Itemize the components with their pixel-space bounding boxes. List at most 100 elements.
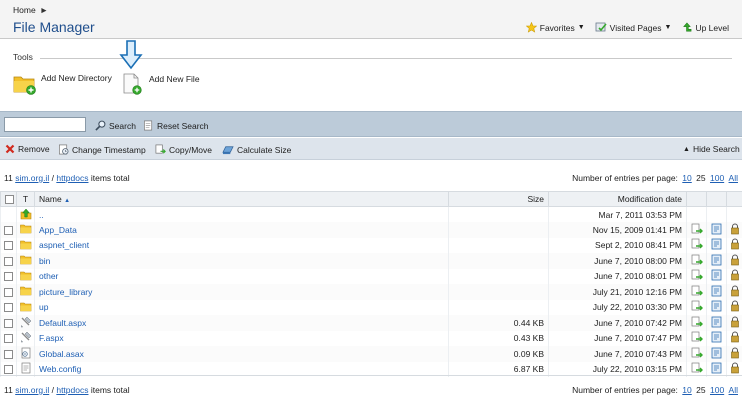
lock-icon[interactable] (730, 331, 740, 345)
row-size-cell (448, 268, 549, 284)
row-date-cell: July 22, 2010 03:30 PM (548, 299, 687, 315)
breadcrumb-home-link[interactable]: Home (13, 5, 36, 15)
per-page-selector-bottom: Number of entries per page: 10 25 100 Al… (570, 385, 738, 395)
path-link-httpdocs[interactable]: httpdocs (56, 385, 88, 395)
edit-icon[interactable] (711, 331, 723, 345)
add-directory-button[interactable]: Add New Directory (13, 72, 112, 96)
file-name-link[interactable]: App_Data (39, 225, 77, 235)
type-column-header[interactable]: T (16, 191, 35, 207)
copy-move-button[interactable]: Copy/Move (155, 144, 212, 155)
table-row[interactable]: bin June 7, 2010 08:00 PM (0, 253, 742, 269)
row-name-cell: .. (34, 206, 449, 222)
row-size-cell: 0.44 KB (448, 315, 549, 331)
name-column-header[interactable]: Name ▲ (34, 191, 449, 207)
path-link-domain[interactable]: sim.org.il (15, 385, 49, 395)
row-action-cell (726, 330, 742, 346)
row-size-cell (448, 237, 549, 253)
search-button[interactable]: Search (95, 120, 136, 131)
file-name-link[interactable]: F.aspx (39, 333, 64, 343)
add-folder-icon (13, 76, 36, 95)
file-name-link[interactable]: other (39, 271, 58, 281)
add-file-button[interactable]: Add New File (119, 40, 200, 96)
file-name-link[interactable]: picture_library (39, 287, 92, 297)
copy-move-icon[interactable] (691, 300, 703, 314)
visited-pages-menu[interactable]: Visited Pages ▼ (595, 22, 671, 33)
table-row[interactable]: .. Mar 7, 2011 03:53 PM (0, 206, 742, 222)
file-name-link[interactable]: .. (39, 210, 44, 220)
lock-icon[interactable] (730, 269, 740, 283)
copy-move-icon[interactable] (691, 238, 703, 252)
copy-move-icon[interactable] (691, 285, 703, 299)
edit-icon[interactable] (711, 254, 723, 268)
lock-icon[interactable] (730, 285, 740, 299)
row-checkbox[interactable] (4, 256, 13, 266)
per-page-option-all[interactable]: All (729, 173, 738, 183)
table-row[interactable]: F.aspx 0.43 KB June 7, 2010 07:47 PM (0, 330, 742, 346)
file-name-link[interactable]: Default.aspx (39, 318, 86, 328)
per-page-option-all[interactable]: All (729, 385, 738, 395)
copy-move-icon[interactable] (691, 223, 703, 237)
table-row[interactable]: Default.aspx 0.44 KB June 7, 2010 07:42 … (0, 315, 742, 331)
row-checkbox[interactable] (4, 318, 13, 328)
table-row[interactable]: picture_library July 21, 2010 12:16 PM (0, 284, 742, 300)
row-action-cell (726, 299, 742, 315)
edit-icon[interactable] (711, 223, 723, 237)
lock-icon[interactable] (730, 316, 740, 330)
edit-icon[interactable] (711, 300, 723, 314)
file-name-link[interactable]: Web.config (39, 364, 81, 374)
path-link-domain[interactable]: sim.org.il (15, 173, 49, 183)
lock-icon[interactable] (730, 223, 740, 237)
edit-icon[interactable] (711, 347, 723, 361)
table-header-row: T Name ▲ Size Modification date (0, 191, 742, 207)
copy-move-icon[interactable] (691, 254, 703, 268)
table-row[interactable]: aspnet_client Sept 2, 2010 08:41 PM (0, 237, 742, 253)
per-page-option-10[interactable]: 10 (682, 173, 691, 183)
remove-button[interactable]: Remove (5, 144, 50, 154)
table-row[interactable]: other June 7, 2010 08:01 PM (0, 268, 742, 284)
favorites-menu[interactable]: Favorites ▼ (525, 22, 585, 33)
file-name-link[interactable]: bin (39, 256, 50, 266)
row-checkbox[interactable] (4, 349, 13, 359)
file-name-link[interactable]: up (39, 302, 48, 312)
per-page-option-100[interactable]: 100 (710, 385, 724, 395)
date-column-header[interactable]: Modification date (548, 191, 687, 207)
edit-icon[interactable] (711, 316, 723, 330)
search-input[interactable] (4, 117, 86, 132)
path-link-httpdocs[interactable]: httpdocs (56, 173, 88, 183)
table-row[interactable]: Global.asax 0.09 KB June 7, 2010 07:43 P… (0, 346, 742, 362)
copy-move-icon[interactable] (691, 347, 703, 361)
row-checkbox[interactable] (4, 287, 13, 297)
copy-move-icon[interactable] (691, 269, 703, 283)
file-name-link[interactable]: aspnet_client (39, 240, 89, 250)
table-row[interactable]: App_Data Nov 15, 2009 01:41 PM (0, 222, 742, 238)
edit-icon[interactable] (711, 285, 723, 299)
lock-icon[interactable] (730, 347, 740, 361)
row-action-cell (686, 315, 707, 331)
change-timestamp-button[interactable]: Change Timestamp (58, 144, 146, 155)
per-page-option-10[interactable]: 10 (682, 385, 691, 395)
up-level-button[interactable]: Up Level (681, 22, 729, 33)
lock-icon[interactable] (730, 300, 740, 314)
calculate-size-button[interactable]: Calculate Size (222, 144, 291, 155)
row-checkbox[interactable] (4, 272, 13, 282)
row-checkbox[interactable] (4, 303, 13, 313)
action-column-header (726, 191, 742, 207)
lock-icon[interactable] (730, 238, 740, 252)
copy-move-icon[interactable] (691, 331, 703, 345)
row-checkbox[interactable] (4, 241, 13, 251)
row-checkbox[interactable] (4, 334, 13, 344)
hide-search-button[interactable]: ▲ Hide Search (683, 144, 740, 154)
per-page-selector-top: Number of entries per page: 10 25 100 Al… (570, 173, 738, 183)
table-row[interactable]: up July 22, 2010 03:30 PM (0, 299, 742, 315)
edit-icon[interactable] (711, 238, 723, 252)
lock-icon[interactable] (730, 254, 740, 268)
size-column-header[interactable]: Size (448, 191, 549, 207)
reset-search-button[interactable]: Reset Search (143, 120, 209, 131)
copy-move-icon[interactable] (691, 316, 703, 330)
file-name-link[interactable]: Global.asax (39, 349, 84, 359)
edit-icon[interactable] (711, 269, 723, 283)
select-all-checkbox[interactable] (5, 195, 14, 205)
per-page-option-100[interactable]: 100 (710, 173, 724, 183)
row-checkbox[interactable] (4, 365, 13, 375)
row-checkbox[interactable] (4, 225, 13, 235)
